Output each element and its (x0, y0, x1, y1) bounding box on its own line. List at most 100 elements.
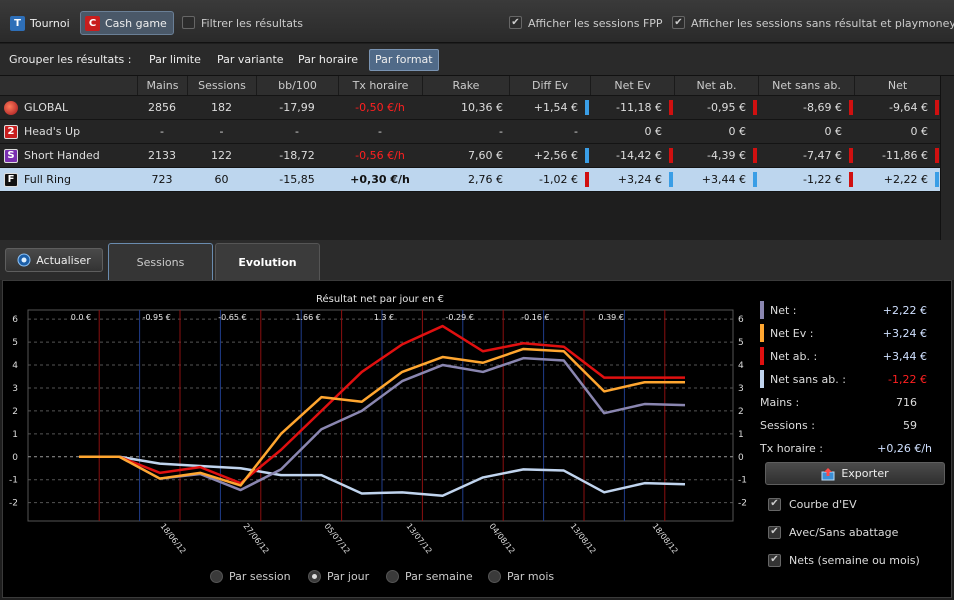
cell-bb100: -18,72 (256, 144, 338, 167)
legend-tx-horaire-value: +0,26 €/h (877, 442, 932, 455)
globe-icon (4, 100, 18, 115)
y-tick-label-left: 6 (12, 315, 18, 325)
header-tx-horaire[interactable]: Tx horaire (338, 76, 422, 95)
cell-value: +2,56 € (533, 149, 578, 162)
heads-up-icon: 2 (4, 124, 18, 139)
sign-bar (585, 100, 589, 115)
legend-net-sans-ab: Net sans ab. : -1,22 € (760, 370, 927, 390)
table-row[interactable]: F Full Ring 723 60 -15,85 +0,30 €/h 2,76 € -1,0… (0, 168, 940, 192)
cell-value: 2856 (148, 101, 176, 114)
legend-net-label: Net : (770, 304, 797, 317)
cell-mains: 2856 (137, 96, 187, 119)
cell-value: -7,47 € (803, 149, 842, 162)
cell-net-sans-ab: 0 € (758, 120, 854, 143)
plot-frame (27, 309, 734, 522)
radio-par-jour-label: Par jour (327, 570, 370, 583)
x-tick-label: 04/08/12 (487, 522, 516, 556)
cell-value: - (295, 125, 299, 138)
header-net-ab[interactable]: Net ab. (674, 76, 758, 95)
cell-diff-ev: +1,54 € (509, 96, 590, 119)
header-name (0, 76, 137, 95)
cell-bb100: -15,85 (256, 168, 338, 191)
header-sessions[interactable]: Sessions (187, 76, 256, 95)
cell-value: 2133 (148, 149, 176, 162)
nets-checkbox[interactable]: ✔ (768, 553, 781, 567)
refresh-button[interactable]: Actualiser (5, 248, 103, 272)
row-name-cell: GLOBAL (0, 96, 137, 119)
legend-net-ev-value: +3,24 € (882, 327, 927, 340)
group-par-horaire-button[interactable]: Par horaire (293, 49, 363, 71)
legend-mains-value: 716 (896, 396, 917, 409)
refresh-icon (17, 253, 31, 267)
table-scrollbar[interactable] (940, 76, 954, 246)
header-rake[interactable]: Rake (422, 76, 509, 95)
playmoney-checkbox[interactable]: ✔ (672, 16, 685, 29)
cell-value: -1,02 € (539, 173, 578, 186)
group-par-format-button[interactable]: Par format (369, 49, 439, 71)
table-header-row: Mains Sessions bb/100 Tx horaire Rake Di… (0, 76, 940, 96)
y-tick-label-right: 2 (738, 407, 744, 417)
group-par-variante-button[interactable]: Par variante (212, 49, 289, 71)
option-avec-sans-abattage[interactable]: ✔ Avec/Sans abattage (768, 524, 898, 540)
cell-tx: -0,50 €/h (338, 96, 422, 119)
sign-bar (753, 148, 757, 163)
tab-cash-game[interactable]: C Cash game (80, 11, 174, 35)
radio-par-semaine-label: Par semaine (405, 570, 473, 583)
legend-net-sans-ab-value: -1,22 € (888, 373, 927, 386)
cell-mains: 2133 (137, 144, 187, 167)
sign-bar (849, 172, 853, 187)
sign-bar (849, 100, 853, 115)
sign-bar (753, 100, 757, 115)
radio-par-mois[interactable]: Par mois (488, 570, 554, 583)
radio-par-semaine[interactable]: Par semaine (386, 570, 473, 583)
header-bb100[interactable]: bb/100 (256, 76, 338, 95)
x-tick-label: 27/06/12 (241, 522, 270, 556)
cell-value: -18,72 (279, 149, 315, 162)
cell-net-sans-ab: -8,69 € (758, 96, 854, 119)
legend-sessions: Sessions : 59 (760, 416, 917, 436)
filter-checkbox[interactable] (182, 16, 195, 29)
sign-bar (935, 148, 939, 163)
y-tick-label-left: 3 (12, 384, 18, 394)
radio-par-session-label: Par session (229, 570, 291, 583)
radio-par-jour[interactable]: Par jour (308, 570, 369, 583)
cell-diff-ev: +2,56 € (509, 144, 590, 167)
fpp-checkbox[interactable]: ✔ (509, 16, 522, 29)
cell-tx: - (338, 120, 422, 143)
table-row[interactable]: GLOBAL 2856 182 -17,99 -0,50 €/h 10,36 € +1,54… (0, 96, 940, 120)
avec-sans-abattage-checkbox[interactable]: ✔ (768, 525, 781, 539)
x-tick-label: 18/06/12 (158, 522, 187, 556)
option-courbe-ev[interactable]: ✔ Courbe d'EV (768, 496, 857, 512)
row-name-cell: F Full Ring (0, 168, 137, 191)
table-row[interactable]: 2 Head's Up - - - - - - 0 € 0 € 0 € 0 € (0, 120, 940, 144)
tab-tournoi[interactable]: T Tournoi (6, 11, 76, 35)
sign-bar (669, 100, 673, 115)
cell-value: -0,56 €/h (355, 149, 405, 162)
sign-bar (849, 148, 853, 163)
cell-value: 122 (211, 149, 232, 162)
cell-value: - (160, 125, 164, 138)
legend-mains-label: Mains : (760, 396, 800, 409)
header-net-ev[interactable]: Net Ev (590, 76, 674, 95)
tab-evolution[interactable]: Evolution (215, 243, 320, 280)
cell-net-ev: -14,42 € (590, 144, 674, 167)
option-nets[interactable]: ✔ Nets (semaine ou mois) (768, 552, 920, 568)
header-net[interactable]: Net (854, 76, 940, 95)
cell-net-ab: -0,95 € (674, 96, 758, 119)
header-mains[interactable]: Mains (137, 76, 187, 95)
weekly-net-label: 0.0 € (71, 313, 91, 322)
cell-net: 0 € (854, 120, 940, 143)
cell-value: - (499, 125, 503, 138)
group-par-limite-button[interactable]: Par limite (144, 49, 206, 71)
table-row[interactable]: S Short Handed 2133 122 -18,72 -0,56 €/h 7,60 … (0, 144, 940, 168)
cell-value: +3,24 € (617, 173, 662, 186)
legend-mains: Mains : 716 (760, 393, 917, 413)
header-net-sans-ab[interactable]: Net sans ab. (758, 76, 854, 95)
tab-sessions[interactable]: Sessions (108, 243, 213, 280)
radio-par-session[interactable]: Par session (210, 570, 291, 583)
y-tick-label-left: 4 (12, 361, 18, 371)
header-diff-ev[interactable]: Diff Ev (509, 76, 590, 95)
cell-diff-ev: - (509, 120, 590, 143)
courbe-ev-checkbox[interactable]: ✔ (768, 497, 781, 511)
export-button[interactable]: Exporter (765, 462, 945, 485)
